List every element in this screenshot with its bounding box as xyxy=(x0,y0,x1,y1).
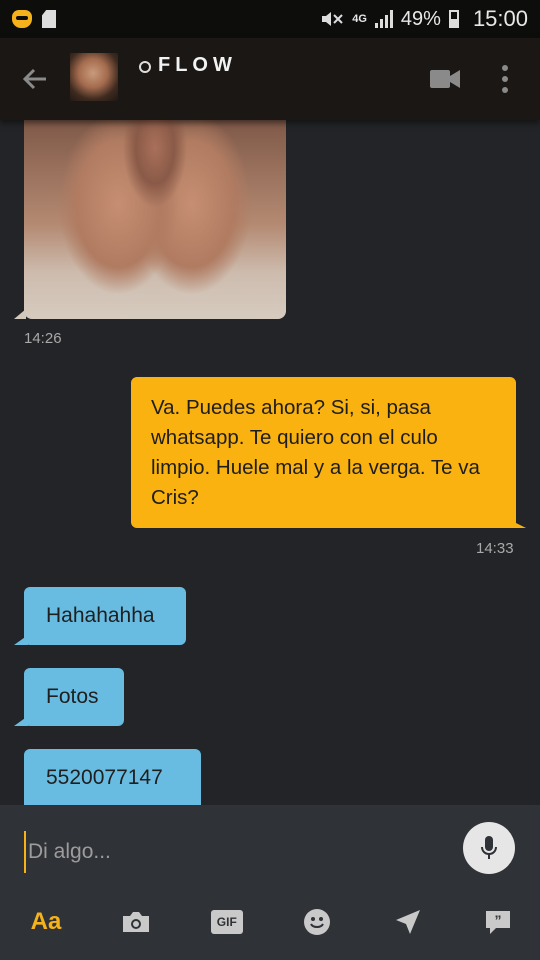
online-status-icon xyxy=(139,61,151,73)
voice-record-button[interactable] xyxy=(463,822,515,874)
video-call-icon[interactable] xyxy=(430,69,460,89)
bubble-tail xyxy=(14,716,28,726)
battery-percent: 49% xyxy=(400,7,441,30)
avatar[interactable] xyxy=(70,53,118,101)
status-bar: 4G 49% 15:00 xyxy=(0,0,540,38)
smiley-icon xyxy=(304,909,331,935)
bubble-tail xyxy=(506,518,526,528)
gif-button[interactable]: GIF xyxy=(209,904,245,940)
message-time: 14:33 xyxy=(476,540,514,557)
message-time: 14:26 xyxy=(24,330,62,347)
message-input[interactable] xyxy=(24,831,450,873)
grindr-notification-icon xyxy=(12,10,32,28)
quote-chat-icon: ” xyxy=(485,911,510,934)
gif-icon: GIF xyxy=(210,910,243,934)
bubble-tail xyxy=(14,309,26,319)
incoming-message[interactable]: Fotos xyxy=(24,668,124,726)
text-style-button[interactable]: Aa xyxy=(28,904,64,940)
incoming-message[interactable]: Hahahahha xyxy=(24,587,186,645)
more-options-icon[interactable] xyxy=(498,64,512,94)
back-arrow-icon[interactable] xyxy=(18,62,52,96)
outgoing-message[interactable]: Va. Puedes ahora? Si, si, pasa whatsapp.… xyxy=(131,377,516,528)
battery-icon xyxy=(448,10,459,28)
contact-name[interactable]: FLOW xyxy=(158,54,237,77)
chat-messages[interactable]: 14:26 Va. Puedes ahora? Si, si, pasa wha… xyxy=(0,120,540,805)
network-type: 4G xyxy=(352,13,367,25)
photo-message[interactable] xyxy=(24,120,286,319)
message-composer: Aa GIF ” xyxy=(0,805,540,960)
signal-icon xyxy=(374,10,393,28)
mute-icon xyxy=(322,12,343,26)
bubble-tail xyxy=(14,635,28,645)
svg-text:”: ” xyxy=(494,912,501,928)
location-arrow-icon xyxy=(395,910,420,934)
saved-phrases-button[interactable]: ” xyxy=(480,904,516,940)
camera-button[interactable] xyxy=(118,904,154,940)
clock: 15:00 xyxy=(472,6,528,31)
camera-icon xyxy=(123,912,150,932)
sd-card-icon xyxy=(42,10,56,28)
composer-toolbar: Aa GIF ” xyxy=(0,900,540,944)
send-location-button[interactable] xyxy=(390,904,426,940)
sticker-button[interactable] xyxy=(299,904,335,940)
incoming-message[interactable]: 5520077147 xyxy=(24,749,201,805)
chat-header: FLOW xyxy=(0,38,540,120)
microphone-icon xyxy=(481,836,497,859)
